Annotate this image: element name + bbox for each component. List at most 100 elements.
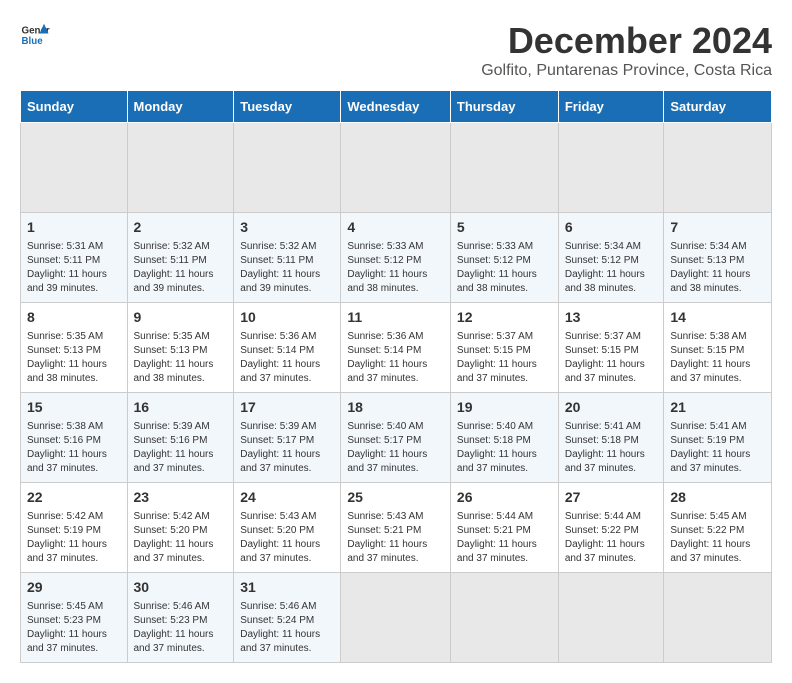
calendar-week-3: 15Sunrise: 5:38 AM Sunset: 5:16 PM Dayli… [21,393,772,483]
calendar-week-1: 1Sunrise: 5:31 AM Sunset: 5:11 PM Daylig… [21,213,772,303]
day-info: Sunrise: 5:31 AM Sunset: 5:11 PM Dayligh… [27,240,121,296]
calendar-week-2: 8Sunrise: 5:35 AM Sunset: 5:13 PM Daylig… [21,303,772,393]
calendar-table: Sunday Monday Tuesday Wednesday Thursday… [20,90,772,663]
calendar-cell: 17Sunrise: 5:39 AM Sunset: 5:17 PM Dayli… [234,393,341,483]
calendar-cell: 7Sunrise: 5:34 AM Sunset: 5:13 PM Daylig… [664,213,772,303]
day-number: 19 [457,398,552,418]
calendar-cell: 22Sunrise: 5:42 AM Sunset: 5:19 PM Dayli… [21,483,128,573]
day-number: 21 [670,398,765,418]
col-thursday: Thursday [450,91,558,123]
header: General Blue December 2024 Golfito, Punt… [20,20,772,80]
location-title: Golfito, Puntarenas Province, Costa Rica [481,62,772,80]
day-info: Sunrise: 5:39 AM Sunset: 5:16 PM Dayligh… [134,420,228,476]
col-wednesday: Wednesday [341,91,451,123]
calendar-cell: 21Sunrise: 5:41 AM Sunset: 5:19 PM Dayli… [664,393,772,483]
day-number: 23 [134,488,228,508]
calendar-cell: 5Sunrise: 5:33 AM Sunset: 5:12 PM Daylig… [450,213,558,303]
calendar-cell: 25Sunrise: 5:43 AM Sunset: 5:21 PM Dayli… [341,483,451,573]
day-info: Sunrise: 5:37 AM Sunset: 5:15 PM Dayligh… [457,330,552,386]
day-number: 7 [670,218,765,238]
day-info: Sunrise: 5:46 AM Sunset: 5:24 PM Dayligh… [240,600,334,656]
day-number: 20 [565,398,658,418]
day-info: Sunrise: 5:35 AM Sunset: 5:13 PM Dayligh… [27,330,121,386]
day-number: 22 [27,488,121,508]
col-sunday: Sunday [21,91,128,123]
calendar-cell: 20Sunrise: 5:41 AM Sunset: 5:18 PM Dayli… [558,393,664,483]
col-tuesday: Tuesday [234,91,341,123]
col-friday: Friday [558,91,664,123]
day-info: Sunrise: 5:38 AM Sunset: 5:15 PM Dayligh… [670,330,765,386]
day-info: Sunrise: 5:42 AM Sunset: 5:20 PM Dayligh… [134,510,228,566]
day-info: Sunrise: 5:43 AM Sunset: 5:21 PM Dayligh… [347,510,444,566]
calendar-cell: 28Sunrise: 5:45 AM Sunset: 5:22 PM Dayli… [664,483,772,573]
day-number: 27 [565,488,658,508]
calendar-cell: 12Sunrise: 5:37 AM Sunset: 5:15 PM Dayli… [450,303,558,393]
calendar-cell: 1Sunrise: 5:31 AM Sunset: 5:11 PM Daylig… [21,213,128,303]
day-number: 3 [240,218,334,238]
calendar-cell: 3Sunrise: 5:32 AM Sunset: 5:11 PM Daylig… [234,213,341,303]
day-info: Sunrise: 5:33 AM Sunset: 5:12 PM Dayligh… [347,240,444,296]
day-info: Sunrise: 5:41 AM Sunset: 5:18 PM Dayligh… [565,420,658,476]
day-number: 17 [240,398,334,418]
calendar-cell: 15Sunrise: 5:38 AM Sunset: 5:16 PM Dayli… [21,393,128,483]
calendar-cell: 11Sunrise: 5:36 AM Sunset: 5:14 PM Dayli… [341,303,451,393]
header-row: Sunday Monday Tuesday Wednesday Thursday… [21,91,772,123]
calendar-cell: 10Sunrise: 5:36 AM Sunset: 5:14 PM Dayli… [234,303,341,393]
calendar-cell: 19Sunrise: 5:40 AM Sunset: 5:18 PM Dayli… [450,393,558,483]
day-info: Sunrise: 5:40 AM Sunset: 5:18 PM Dayligh… [457,420,552,476]
calendar-cell: 27Sunrise: 5:44 AM Sunset: 5:22 PM Dayli… [558,483,664,573]
day-info: Sunrise: 5:43 AM Sunset: 5:20 PM Dayligh… [240,510,334,566]
day-number: 5 [457,218,552,238]
calendar-cell: 30Sunrise: 5:46 AM Sunset: 5:23 PM Dayli… [127,573,234,663]
calendar-week-0 [21,123,772,213]
day-number: 10 [240,308,334,328]
day-info: Sunrise: 5:32 AM Sunset: 5:11 PM Dayligh… [240,240,334,296]
calendar-cell [21,123,128,213]
calendar-week-4: 22Sunrise: 5:42 AM Sunset: 5:19 PM Dayli… [21,483,772,573]
day-number: 31 [240,578,334,598]
calendar-cell: 29Sunrise: 5:45 AM Sunset: 5:23 PM Dayli… [21,573,128,663]
day-number: 18 [347,398,444,418]
calendar-cell: 6Sunrise: 5:34 AM Sunset: 5:12 PM Daylig… [558,213,664,303]
calendar-cell [341,573,451,663]
calendar-week-5: 29Sunrise: 5:45 AM Sunset: 5:23 PM Dayli… [21,573,772,663]
calendar-cell: 31Sunrise: 5:46 AM Sunset: 5:24 PM Dayli… [234,573,341,663]
day-number: 25 [347,488,444,508]
month-title: December 2024 [481,20,772,62]
day-info: Sunrise: 5:38 AM Sunset: 5:16 PM Dayligh… [27,420,121,476]
logo: General Blue [20,20,50,50]
col-saturday: Saturday [664,91,772,123]
logo-icon: General Blue [20,20,50,50]
day-number: 4 [347,218,444,238]
day-info: Sunrise: 5:40 AM Sunset: 5:17 PM Dayligh… [347,420,444,476]
calendar-cell [450,123,558,213]
day-info: Sunrise: 5:35 AM Sunset: 5:13 PM Dayligh… [134,330,228,386]
calendar-cell: 8Sunrise: 5:35 AM Sunset: 5:13 PM Daylig… [21,303,128,393]
col-monday: Monday [127,91,234,123]
day-info: Sunrise: 5:33 AM Sunset: 5:12 PM Dayligh… [457,240,552,296]
calendar-cell: 14Sunrise: 5:38 AM Sunset: 5:15 PM Dayli… [664,303,772,393]
title-section: December 2024 Golfito, Puntarenas Provin… [481,20,772,80]
calendar-cell: 4Sunrise: 5:33 AM Sunset: 5:12 PM Daylig… [341,213,451,303]
day-info: Sunrise: 5:45 AM Sunset: 5:23 PM Dayligh… [27,600,121,656]
calendar-cell [558,573,664,663]
day-info: Sunrise: 5:34 AM Sunset: 5:13 PM Dayligh… [670,240,765,296]
day-info: Sunrise: 5:45 AM Sunset: 5:22 PM Dayligh… [670,510,765,566]
calendar-cell [234,123,341,213]
day-info: Sunrise: 5:46 AM Sunset: 5:23 PM Dayligh… [134,600,228,656]
calendar-cell: 9Sunrise: 5:35 AM Sunset: 5:13 PM Daylig… [127,303,234,393]
day-info: Sunrise: 5:34 AM Sunset: 5:12 PM Dayligh… [565,240,658,296]
calendar-cell [127,123,234,213]
day-info: Sunrise: 5:42 AM Sunset: 5:19 PM Dayligh… [27,510,121,566]
day-number: 8 [27,308,121,328]
day-info: Sunrise: 5:44 AM Sunset: 5:21 PM Dayligh… [457,510,552,566]
day-number: 11 [347,308,444,328]
calendar-cell: 24Sunrise: 5:43 AM Sunset: 5:20 PM Dayli… [234,483,341,573]
calendar-cell [450,573,558,663]
calendar-cell: 2Sunrise: 5:32 AM Sunset: 5:11 PM Daylig… [127,213,234,303]
day-number: 26 [457,488,552,508]
calendar-cell [341,123,451,213]
calendar-cell: 18Sunrise: 5:40 AM Sunset: 5:17 PM Dayli… [341,393,451,483]
day-number: 13 [565,308,658,328]
day-number: 24 [240,488,334,508]
